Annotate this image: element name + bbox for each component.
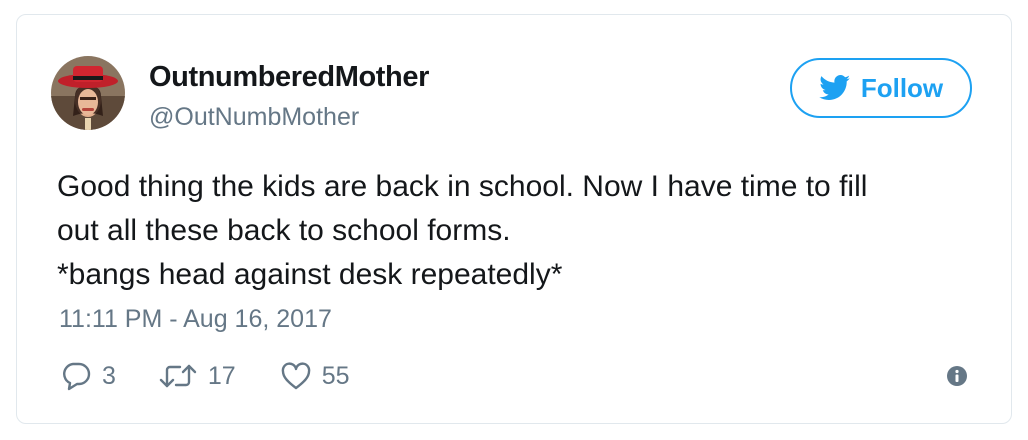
retweet-icon: [159, 364, 197, 388]
info-button[interactable]: [946, 365, 968, 387]
retweet-count: 17: [207, 361, 236, 390]
tweet-text-line: Good thing the kids are back in school. …: [57, 170, 868, 203]
like-count: 55: [321, 361, 350, 390]
reply-icon: [63, 362, 91, 391]
reply-count: 3: [102, 361, 116, 390]
tweet-text-line: *bangs head against desk repeatedly*: [57, 258, 563, 291]
tweet-actions: 3 17 55: [60, 358, 350, 394]
display-name[interactable]: OutnumberedMother: [149, 61, 429, 94]
follow-button-label: Follow: [860, 72, 944, 103]
user-handle[interactable]: @OutNumbMother: [149, 103, 359, 132]
reply-button[interactable]: 3: [60, 360, 116, 392]
like-button[interactable]: 55: [280, 361, 350, 391]
info-icon: [947, 366, 967, 386]
follow-button[interactable]: Follow: [790, 58, 972, 118]
heart-icon: [281, 362, 310, 390]
retweet-button[interactable]: 17: [158, 361, 236, 391]
twitter-bird-icon: [819, 75, 850, 100]
tweet-timestamp[interactable]: 11:11 PM - Aug 16, 2017: [59, 305, 332, 334]
tweet-text: Good thing the kids are back in school. …: [57, 165, 957, 297]
user-avatar[interactable]: [51, 56, 125, 130]
tweet-text-line: out all these back to school forms.: [57, 214, 511, 247]
